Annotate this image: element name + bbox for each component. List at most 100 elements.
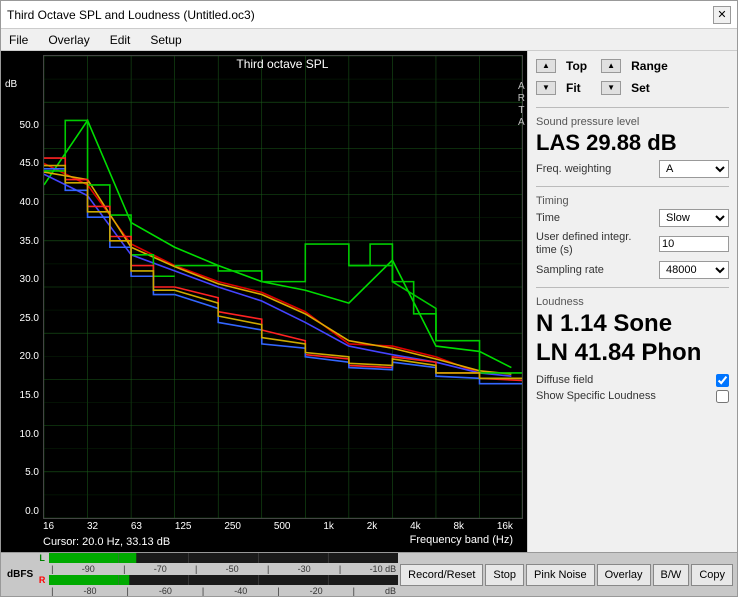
diffuse-field-label: Diffuse field — [536, 374, 593, 386]
x-label-500: 500 — [274, 521, 291, 532]
l-mark-90: | — [51, 564, 53, 574]
bottom-bar: dBFS L | -90 — [1, 552, 737, 596]
y-label-50: 50.0 — [5, 120, 43, 131]
x-axis-row: 16 32 63 125 250 500 1k 2k 4k 8k 16k — [5, 519, 523, 534]
level-r-labels: | -80 | -60 | -40 | -20 | dB — [37, 586, 398, 596]
r-mark-80: | — [51, 586, 53, 596]
x-label-4k: 4k — [410, 521, 421, 532]
divider-3 — [536, 287, 729, 288]
y-label-10: 10.0 — [5, 429, 43, 440]
user-integr-input[interactable] — [659, 236, 729, 252]
l-mark-30: | — [267, 564, 269, 574]
set-button[interactable]: ▼ — [601, 81, 621, 95]
show-specific-label: Show Specific Loudness — [536, 390, 656, 402]
menu-overlay[interactable]: Overlay — [44, 33, 93, 47]
y-label-25: 25.0 — [5, 313, 43, 324]
x-label-125: 125 — [175, 521, 192, 532]
level-r-row: R — [37, 575, 398, 585]
r-mark-text-40: -40 — [234, 586, 247, 596]
r-mark-40: | — [202, 586, 204, 596]
menu-setup[interactable]: Setup — [146, 33, 185, 47]
r-mark-60: | — [127, 586, 129, 596]
top-up-button[interactable]: ▲ — [536, 59, 556, 73]
db-unit-label: dB — [5, 79, 43, 92]
r-mark-text-db: dB — [385, 586, 396, 596]
diffuse-field-checkbox[interactable] — [716, 374, 729, 387]
chart-area: Third octave SPL ARTA dB 50.0 45.0 40.0 … — [1, 51, 527, 552]
user-integr-row: User defined integr. time (s) — [536, 231, 729, 257]
show-specific-row: Show Specific Loudness — [536, 390, 729, 403]
level-r-bar — [49, 575, 398, 585]
diffuse-field-row: Diffuse field — [536, 374, 729, 387]
r-mark-text-60: -60 — [159, 586, 172, 596]
x-labels: 16 32 63 125 250 500 1k 2k 4k 8k 16k — [43, 519, 513, 534]
top-fit-group: ▲ Top ▼ Fit — [536, 57, 593, 97]
l-mark-text-10: -10 dB — [370, 564, 397, 574]
x-label-16k: 16k — [497, 521, 513, 532]
sampling-rate-select[interactable]: 48000 44100 96000 — [659, 261, 729, 279]
cursor-info: Cursor: 20.0 Hz, 33.13 dB — [43, 534, 170, 548]
x-label-2k: 2k — [367, 521, 378, 532]
time-row: Time Slow Fast Impulse Leq — [536, 209, 729, 227]
overlay-button[interactable]: Overlay — [597, 564, 651, 586]
main-window: Third Octave SPL and Loudness (Untitled.… — [0, 0, 738, 597]
level-l-bar — [49, 553, 398, 563]
freq-band-label: Frequency band (Hz) — [170, 534, 513, 548]
l-mark-text-70: -70 — [154, 564, 167, 574]
set-label: Set — [625, 79, 656, 97]
sampling-rate-label: Sampling rate — [536, 264, 604, 276]
level-r-svg — [49, 575, 398, 585]
sampling-rate-row: Sampling rate 48000 44100 96000 — [536, 261, 729, 279]
user-integr-label: User defined integr. time (s) — [536, 231, 646, 257]
freq-weighting-select[interactable]: A B C Z — [659, 160, 729, 178]
range-up-button[interactable]: ▲ — [601, 59, 621, 73]
title-bar: Third Octave SPL and Loudness (Untitled.… — [1, 1, 737, 29]
loudness-ln-value: LN 41.84 Phon — [536, 339, 729, 368]
stop-button[interactable]: Stop — [485, 564, 524, 586]
r-mark-text-80: -80 — [83, 586, 96, 596]
x-label-16: 16 — [43, 521, 54, 532]
freq-weighting-row: Freq. weighting A B C Z — [536, 160, 729, 178]
pink-noise-button[interactable]: Pink Noise — [526, 564, 595, 586]
bottom-buttons: Record/Reset Stop Pink Noise Overlay B/W… — [400, 564, 733, 586]
copy-button[interactable]: Copy — [691, 564, 733, 586]
menu-bar: File Overlay Edit Setup — [1, 29, 737, 51]
time-select[interactable]: Slow Fast Impulse Leq — [659, 209, 729, 227]
y-axis: dB 50.0 45.0 40.0 35.0 30.0 25.0 20.0 15… — [5, 55, 43, 519]
loudness-options: Diffuse field Show Specific Loudness — [536, 374, 729, 406]
y-label-0: 0.0 — [5, 506, 43, 517]
level-l-svg — [49, 553, 398, 563]
spl-value: LAS 29.88 dB — [536, 130, 729, 156]
divider-2 — [536, 186, 729, 187]
level-l-labels: | -90 | -70 | -50 | -30 | -10 dB — [37, 564, 398, 574]
top-down-button[interactable]: ▼ — [536, 81, 556, 95]
freq-weighting-label: Freq. weighting — [536, 163, 611, 175]
cursor-row: Cursor: 20.0 Hz, 33.13 dB Frequency band… — [5, 534, 523, 548]
l-mark-50: | — [195, 564, 197, 574]
record-reset-button[interactable]: Record/Reset — [400, 564, 483, 586]
bw-button[interactable]: B/W — [653, 564, 690, 586]
window-title: Third Octave SPL and Loudness (Untitled.… — [7, 8, 255, 22]
level-section: L | -90 | -70 — [37, 553, 398, 596]
y-label-20: 20.0 — [5, 351, 43, 362]
x-label-63: 63 — [131, 521, 142, 532]
menu-file[interactable]: File — [5, 33, 32, 47]
divider-1 — [536, 107, 729, 108]
show-specific-checkbox[interactable] — [716, 390, 729, 403]
loudness-n-value: N 1.14 Sone — [536, 310, 729, 339]
level-l-row: L — [37, 553, 398, 563]
x-label-1k: 1k — [323, 521, 334, 532]
menu-edit[interactable]: Edit — [106, 33, 135, 47]
top-controls-row: ▲ Top ▼ Fit ▲ Range ▼ Set — [536, 57, 729, 97]
l-mark-text-90: -90 — [82, 564, 95, 574]
y-label-5: 5.0 — [5, 467, 43, 478]
timing-section-label: Timing — [536, 195, 729, 207]
y-label-15: 15.0 — [5, 390, 43, 401]
range-label: Range — [625, 57, 674, 75]
chart-wrapper: dB 50.0 45.0 40.0 35.0 30.0 25.0 20.0 15… — [5, 55, 523, 519]
l-mark-text-30: -30 — [298, 564, 311, 574]
fit-label: Fit — [560, 79, 587, 97]
close-button[interactable]: ✕ — [713, 6, 731, 24]
main-area: Third octave SPL ARTA dB 50.0 45.0 40.0 … — [1, 51, 737, 552]
y-label-35: 35.0 — [5, 236, 43, 247]
